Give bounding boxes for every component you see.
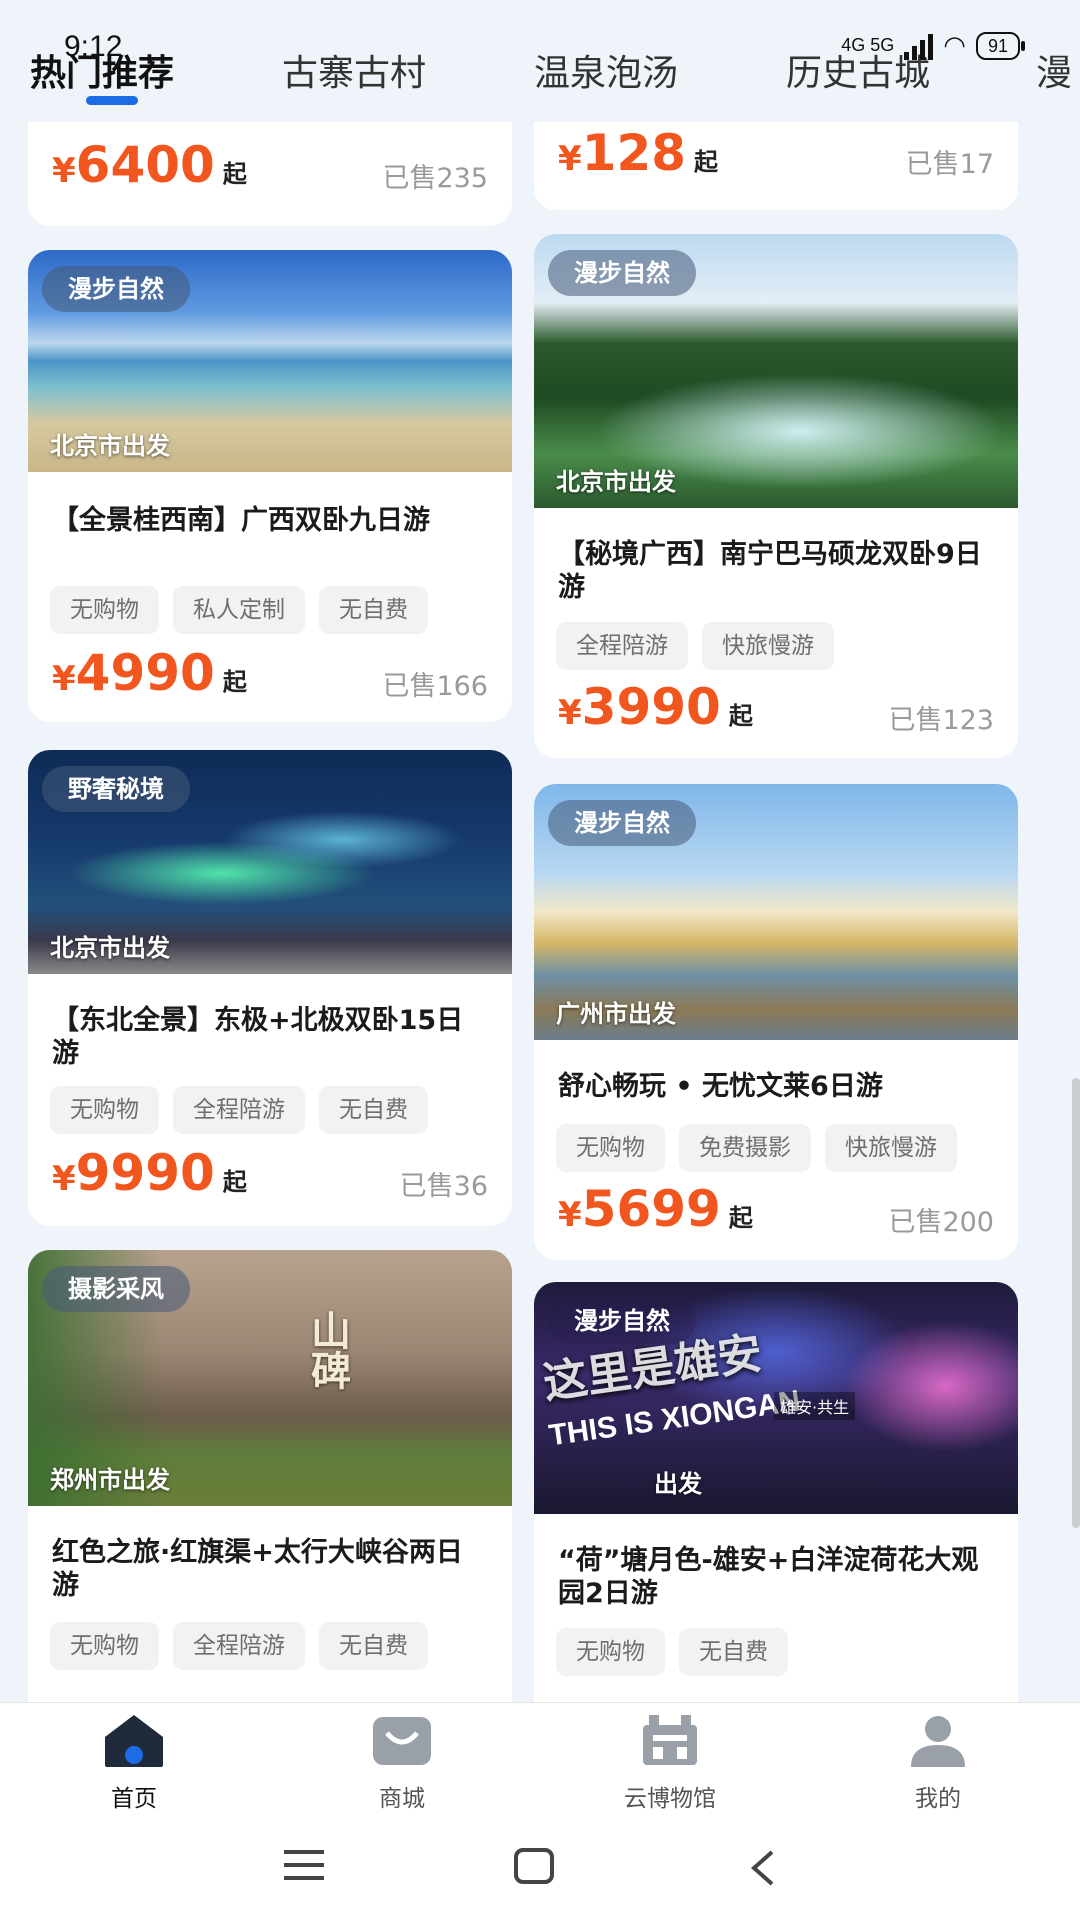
departure-city: 出发 bbox=[654, 1470, 702, 1498]
category-badge: 漫步自然 bbox=[548, 250, 696, 296]
product-image: 漫步自然 广州市出发 bbox=[534, 784, 1018, 1040]
sold-count: 已售17 bbox=[905, 149, 994, 180]
menu-icon[interactable] bbox=[284, 1848, 324, 1882]
sold-count: 已售123 bbox=[888, 705, 994, 736]
tag: 快旅慢游 bbox=[702, 622, 834, 670]
system-navigation-bar bbox=[0, 1810, 1080, 1920]
category-badge: 漫步自然 bbox=[42, 266, 190, 312]
product-card[interactable]: 山碑 摄影采风 郑州市出发 红色之旅·红旗渠+太行大峡谷两日游 无购物 全程陪游… bbox=[28, 1250, 512, 1702]
back-icon[interactable] bbox=[748, 1848, 778, 1888]
product-card[interactable]: 野奢秘境 北京市出发 【东北全景】东极+北极双卧15日游 无购物 全程陪游 无自… bbox=[28, 750, 512, 1226]
tag: 全程陪游 bbox=[556, 622, 688, 670]
sold-count: 已售36 bbox=[399, 1171, 488, 1202]
nav-museum[interactable]: 云博物馆 bbox=[600, 1711, 740, 1813]
shopping-bag-icon bbox=[373, 1717, 431, 1765]
departure-city: 郑州市出发 bbox=[50, 1466, 170, 1494]
category-badge: 野奢秘境 bbox=[42, 766, 190, 812]
product-title: 【全景桂西南】广西双卧九日游 bbox=[52, 505, 430, 536]
signal-icon bbox=[904, 32, 934, 60]
tag: 无自费 bbox=[319, 586, 428, 634]
status-icons: 4G 5G ◠ 91 bbox=[841, 30, 1026, 61]
product-image: 野奢秘境 北京市出发 bbox=[28, 750, 512, 974]
product-title: 舒心畅玩 • 无忧文莱6日游 bbox=[558, 1071, 883, 1102]
tag: 无自费 bbox=[319, 1622, 428, 1670]
product-image: 漫步自然 北京市出发 bbox=[28, 250, 512, 472]
tag-list: 无购物 免费摄影 快旅慢游 bbox=[556, 1124, 957, 1172]
product-title: 红色之旅·红旗渠+太行大峡谷两日游 bbox=[52, 1537, 463, 1601]
nav-mall[interactable]: 商城 bbox=[332, 1711, 472, 1813]
tag: 无购物 bbox=[50, 1086, 159, 1134]
nav-home[interactable]: 首页 bbox=[64, 1711, 204, 1813]
product-title: 【秘境广西】南宁巴马硕龙双卧9日游 bbox=[558, 539, 982, 603]
tag: 免费摄影 bbox=[679, 1124, 811, 1172]
product-card[interactable]: 漫步自然 北京市出发 【全景桂西南】广西双卧九日游 无购物 私人定制 无自费 ¥… bbox=[28, 250, 512, 722]
price: ¥3990 起 bbox=[558, 678, 753, 736]
product-image: 这里是雄安 THIS IS XIONGAN 雄安·共生 漫步自然 出发 bbox=[534, 1282, 1018, 1514]
departure-city: 北京市出发 bbox=[50, 934, 170, 962]
price: ¥128 起 bbox=[558, 124, 719, 182]
category-badge: 漫步自然 bbox=[548, 1298, 696, 1344]
product-image: 山碑 摄影采风 郑州市出发 bbox=[28, 1250, 512, 1506]
image-sign: 雄安·共生 bbox=[774, 1392, 856, 1420]
bottom-navigation: 首页 商城 云博物馆 我的 bbox=[0, 1702, 1080, 1813]
sold-count: 已售200 bbox=[888, 1207, 994, 1238]
nav-profile[interactable]: 我的 bbox=[868, 1711, 1008, 1813]
tag-list: 全程陪游 快旅慢游 bbox=[556, 622, 834, 670]
tag: 无购物 bbox=[556, 1124, 665, 1172]
tag: 无购物 bbox=[50, 586, 159, 634]
tag: 无购物 bbox=[556, 1628, 665, 1676]
sold-count: 已售235 bbox=[382, 163, 488, 194]
product-title: “荷”塘月色-雄安+白洋淀荷花大观园2日游 bbox=[558, 1545, 979, 1609]
category-badge: 漫步自然 bbox=[548, 800, 696, 846]
tag-list: 无购物 全程陪游 无自费 bbox=[50, 1622, 428, 1670]
scrollbar[interactable] bbox=[1072, 1078, 1080, 1528]
product-card[interactable]: 漫步自然 广州市出发 舒心畅玩 • 无忧文莱6日游 无购物 免费摄影 快旅慢游 … bbox=[534, 784, 1018, 1260]
tag: 无自费 bbox=[679, 1628, 788, 1676]
tag: 快旅慢游 bbox=[825, 1124, 957, 1172]
product-card[interactable]: 这里是雄安 THIS IS XIONGAN 雄安·共生 漫步自然 出发 “荷”塘… bbox=[534, 1282, 1018, 1702]
product-card[interactable]: 漫步自然 北京市出发 【秘境广西】南宁巴马硕龙双卧9日游 全程陪游 快旅慢游 ¥… bbox=[534, 234, 1018, 758]
tag: 私人定制 bbox=[173, 586, 305, 634]
tag-list: 无购物 私人定制 无自费 bbox=[50, 586, 428, 634]
tab-ancient-village[interactable]: 古寨古村 bbox=[282, 44, 426, 96]
tag-list: 无购物 全程陪游 无自费 bbox=[50, 1086, 428, 1134]
wifi-icon: ◠ bbox=[943, 30, 966, 60]
image-caption: 山碑 bbox=[304, 1310, 350, 1390]
tag: 全程陪游 bbox=[173, 1622, 305, 1670]
user-icon bbox=[911, 1716, 965, 1767]
status-time: 9:12 bbox=[64, 30, 123, 63]
tag: 无购物 bbox=[50, 1622, 159, 1670]
sold-count: 已售166 bbox=[382, 671, 488, 702]
tag: 无自费 bbox=[319, 1086, 428, 1134]
tab-more[interactable]: 漫 bbox=[1036, 44, 1072, 96]
category-tabs: 热门推荐 古寨古村 温泉泡汤 历史古城 漫 bbox=[0, 0, 1080, 122]
departure-city: 北京市出发 bbox=[556, 468, 676, 496]
price: ¥6400 起 bbox=[52, 136, 247, 194]
tag-list: 无购物 无自费 bbox=[556, 1628, 788, 1676]
tag: 全程陪游 bbox=[173, 1086, 305, 1134]
price: ¥9990 起 bbox=[52, 1144, 247, 1202]
battery-icon: 91 bbox=[975, 31, 1026, 60]
product-image: 漫步自然 北京市出发 bbox=[534, 234, 1018, 508]
departure-city: 广州市出发 bbox=[556, 1000, 676, 1028]
active-tab-indicator bbox=[86, 96, 138, 105]
home-icon bbox=[105, 1715, 163, 1767]
price: ¥4990 起 bbox=[52, 644, 247, 702]
tab-hot-spring[interactable]: 温泉泡汤 bbox=[534, 44, 678, 96]
price: ¥5699 起 bbox=[558, 1180, 753, 1238]
departure-city: 北京市出发 bbox=[50, 432, 170, 460]
category-badge: 摄影采风 bbox=[42, 1266, 190, 1312]
museum-icon bbox=[643, 1715, 697, 1765]
home-button-icon[interactable] bbox=[514, 1848, 554, 1884]
network-label: 4G 5G bbox=[841, 35, 895, 55]
product-title: 【东北全景】东极+北极双卧15日游 bbox=[52, 1005, 464, 1069]
product-feed[interactable]: ¥6400 起 已售235 ¥128 起 已售17 漫步自然 北京市出发 【全景桂西… bbox=[0, 0, 1080, 1702]
